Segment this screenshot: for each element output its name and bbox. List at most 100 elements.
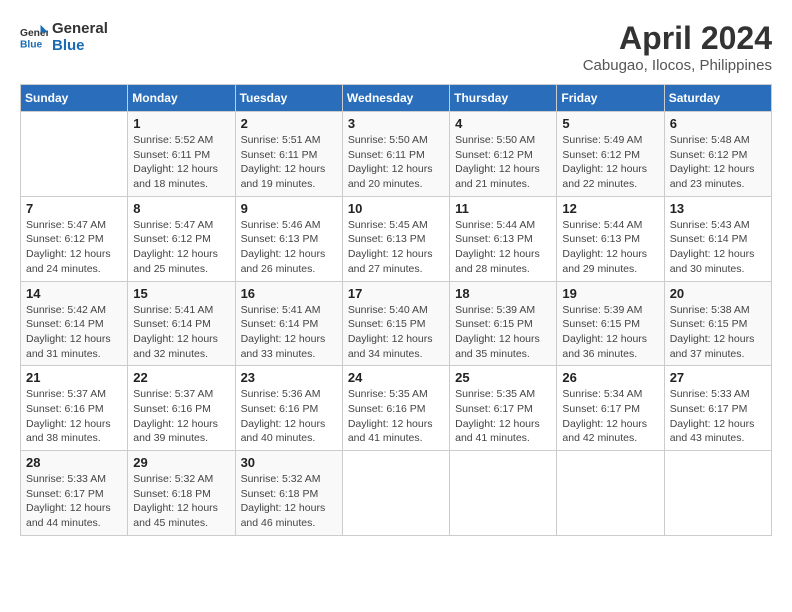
day-number: 4 [455, 116, 551, 131]
calendar-cell: 23Sunrise: 5:36 AMSunset: 6:16 PMDayligh… [235, 366, 342, 451]
day-number: 19 [562, 286, 658, 301]
day-number: 28 [26, 455, 122, 470]
day-info: Sunrise: 5:34 AMSunset: 6:17 PMDaylight:… [562, 387, 658, 446]
location: Cabugao, Ilocos, Philippines [583, 57, 772, 74]
logo-general: General [52, 20, 108, 37]
calendar-cell: 13 Sunrise: 5:43 AMSunset: 6:14 PMDayligh… [664, 196, 771, 281]
calendar-cell: 12Sunrise: 5:44 AMSunset: 6:13 PMDayligh… [557, 196, 664, 281]
calendar-cell: 19 Sunrise: 5:39 AMSunset: 6:15 PMDayligh… [557, 281, 664, 366]
calendar-week-4: 21 Sunrise: 5:37 AMSunset: 6:16 PMDayligh… [21, 366, 772, 451]
day-info: Sunrise: 5:50 AMSunset: 6:11 PMDaylight:… [348, 133, 444, 192]
calendar-cell: 3 Sunrise: 5:50 AMSunset: 6:11 PMDaylight… [342, 112, 449, 197]
day-number: 25 [455, 370, 551, 385]
day-number: 15 [133, 286, 229, 301]
calendar-cell [557, 451, 664, 536]
day-info: Sunrise: 5:35 AMSunset: 6:16 PMDaylight:… [348, 387, 444, 446]
weekday-header-sunday: Sunday [21, 85, 128, 112]
weekday-header-monday: Monday [128, 85, 235, 112]
logo-blue: Blue [52, 37, 108, 54]
calendar-cell: 25 Sunrise: 5:35 AMSunset: 6:17 PMDayligh… [450, 366, 557, 451]
title-block: April 2024 Cabugao, Ilocos, Philippines [583, 20, 772, 74]
day-number: 17 [348, 286, 444, 301]
calendar-cell: 26 Sunrise: 5:34 AMSunset: 6:17 PMDayligh… [557, 366, 664, 451]
calendar-cell: 24 Sunrise: 5:35 AMSunset: 6:16 PMDayligh… [342, 366, 449, 451]
day-info: Sunrise: 5:38 AMSunset: 6:15 PMDaylight:… [670, 303, 766, 362]
day-info: Sunrise: 5:44 AMSunset: 6:13 PMDaylight:… [455, 218, 551, 277]
day-info: Sunrise: 5:45 AMSunset: 6:13 PMDaylight:… [348, 218, 444, 277]
day-number: 21 [26, 370, 122, 385]
calendar-cell: 4Sunrise: 5:50 AMSunset: 6:12 PMDaylight… [450, 112, 557, 197]
weekday-header-saturday: Saturday [664, 85, 771, 112]
calendar-table: SundayMondayTuesdayWednesdayThursdayFrid… [20, 84, 772, 536]
calendar-week-2: 7 Sunrise: 5:47 AMSunset: 6:12 PMDaylight… [21, 196, 772, 281]
day-info: Sunrise: 5:41 AMSunset: 6:14 PMDaylight:… [133, 303, 229, 362]
day-number: 24 [348, 370, 444, 385]
calendar-cell: 22 Sunrise: 5:37 AMSunset: 6:16 PMDayligh… [128, 366, 235, 451]
calendar-cell: 15 Sunrise: 5:41 AMSunset: 6:14 PMDayligh… [128, 281, 235, 366]
day-number: 9 [241, 201, 337, 216]
day-number: 16 [241, 286, 337, 301]
day-number: 22 [133, 370, 229, 385]
day-number: 1 [133, 116, 229, 131]
calendar-cell: 27 Sunrise: 5:33 AMSunset: 6:17 PMDayligh… [664, 366, 771, 451]
day-info: Sunrise: 5:51 AMSunset: 6:11 PMDaylight:… [241, 133, 337, 192]
calendar-cell: 18 Sunrise: 5:39 AMSunset: 6:15 PMDayligh… [450, 281, 557, 366]
day-info: Sunrise: 5:36 AMSunset: 6:16 PMDaylight:… [241, 387, 337, 446]
day-number: 14 [26, 286, 122, 301]
day-info: Sunrise: 5:39 AMSunset: 6:15 PMDaylight:… [455, 303, 551, 362]
month-title: April 2024 [583, 20, 772, 57]
calendar-cell [342, 451, 449, 536]
page-header: General Blue General Blue April 2024 Cab… [20, 20, 772, 74]
day-info: Sunrise: 5:33 AMSunset: 6:17 PMDaylight:… [26, 472, 122, 531]
weekday-header-friday: Friday [557, 85, 664, 112]
calendar-header-row: SundayMondayTuesdayWednesdayThursdayFrid… [21, 85, 772, 112]
calendar-week-3: 14Sunrise: 5:42 AMSunset: 6:14 PMDayligh… [21, 281, 772, 366]
day-number: 29 [133, 455, 229, 470]
calendar-cell: 2 Sunrise: 5:51 AMSunset: 6:11 PMDaylight… [235, 112, 342, 197]
day-info: Sunrise: 5:44 AMSunset: 6:13 PMDaylight:… [562, 218, 658, 277]
day-number: 26 [562, 370, 658, 385]
day-info: Sunrise: 5:52 AMSunset: 6:11 PMDaylight:… [133, 133, 229, 192]
calendar-cell: 7Sunrise: 5:47 AMSunset: 6:12 PMDaylight… [21, 196, 128, 281]
day-info: Sunrise: 5:47 AMSunset: 6:12 PMDaylight:… [133, 218, 229, 277]
day-info: Sunrise: 5:46 AMSunset: 6:13 PMDaylight:… [241, 218, 337, 277]
calendar-cell: 14Sunrise: 5:42 AMSunset: 6:14 PMDayligh… [21, 281, 128, 366]
day-number: 6 [670, 116, 766, 131]
calendar-cell: 1 Sunrise: 5:52 AMSunset: 6:11 PMDaylight… [128, 112, 235, 197]
day-info: Sunrise: 5:35 AMSunset: 6:17 PMDaylight:… [455, 387, 551, 446]
day-info: Sunrise: 5:43 AMSunset: 6:14 PMDaylight:… [670, 218, 766, 277]
day-info: Sunrise: 5:39 AMSunset: 6:15 PMDaylight:… [562, 303, 658, 362]
day-number: 30 [241, 455, 337, 470]
calendar-cell: 10Sunrise: 5:45 AMSunset: 6:13 PMDayligh… [342, 196, 449, 281]
weekday-header-tuesday: Tuesday [235, 85, 342, 112]
day-number: 13 [670, 201, 766, 216]
calendar-week-5: 28 Sunrise: 5:33 AMSunset: 6:17 PMDayligh… [21, 451, 772, 536]
day-number: 7 [26, 201, 122, 216]
calendar-cell: 16 Sunrise: 5:41 AMSunset: 6:14 PMDayligh… [235, 281, 342, 366]
day-number: 27 [670, 370, 766, 385]
weekday-header-thursday: Thursday [450, 85, 557, 112]
day-info: Sunrise: 5:33 AMSunset: 6:17 PMDaylight:… [670, 387, 766, 446]
calendar-cell [21, 112, 128, 197]
day-info: Sunrise: 5:48 AMSunset: 6:12 PMDaylight:… [670, 133, 766, 192]
day-number: 3 [348, 116, 444, 131]
day-info: Sunrise: 5:37 AMSunset: 6:16 PMDaylight:… [133, 387, 229, 446]
calendar-cell: 9 Sunrise: 5:46 AMSunset: 6:13 PMDaylight… [235, 196, 342, 281]
day-number: 2 [241, 116, 337, 131]
calendar-cell: 30 Sunrise: 5:32 AMSunset: 6:18 PMDayligh… [235, 451, 342, 536]
day-info: Sunrise: 5:49 AMSunset: 6:12 PMDaylight:… [562, 133, 658, 192]
calendar-cell: 8 Sunrise: 5:47 AMSunset: 6:12 PMDaylight… [128, 196, 235, 281]
day-number: 8 [133, 201, 229, 216]
day-info: Sunrise: 5:41 AMSunset: 6:14 PMDaylight:… [241, 303, 337, 362]
calendar-cell: 21 Sunrise: 5:37 AMSunset: 6:16 PMDayligh… [21, 366, 128, 451]
svg-text:Blue: Blue [20, 39, 43, 50]
calendar-cell: 5Sunrise: 5:49 AMSunset: 6:12 PMDaylight… [557, 112, 664, 197]
calendar-cell: 6 Sunrise: 5:48 AMSunset: 6:12 PMDaylight… [664, 112, 771, 197]
calendar-week-1: 1 Sunrise: 5:52 AMSunset: 6:11 PMDaylight… [21, 112, 772, 197]
calendar-cell: 20Sunrise: 5:38 AMSunset: 6:15 PMDayligh… [664, 281, 771, 366]
day-number: 18 [455, 286, 551, 301]
day-info: Sunrise: 5:40 AMSunset: 6:15 PMDaylight:… [348, 303, 444, 362]
logo-icon: General Blue [20, 23, 48, 51]
day-info: Sunrise: 5:32 AMSunset: 6:18 PMDaylight:… [241, 472, 337, 531]
day-info: Sunrise: 5:37 AMSunset: 6:16 PMDaylight:… [26, 387, 122, 446]
